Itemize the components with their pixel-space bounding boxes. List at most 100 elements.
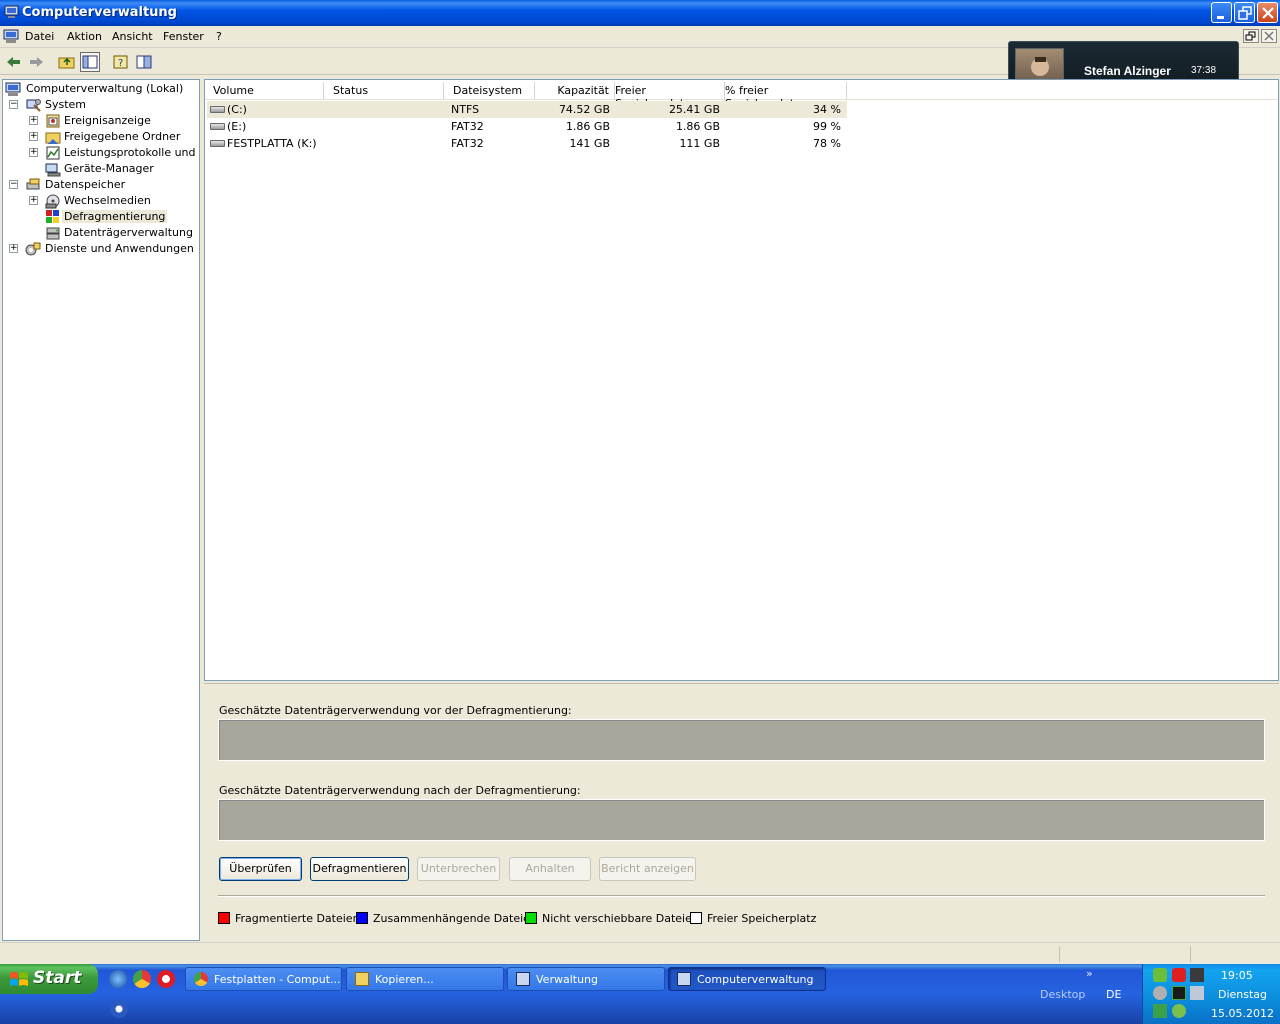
computer-icon bbox=[677, 972, 691, 986]
show-hide-tree-button[interactable] bbox=[80, 52, 100, 72]
services-icon bbox=[25, 242, 41, 256]
after-defrag-label: Geschätzte Datenträgerverwendung nach de… bbox=[219, 784, 581, 797]
column-header-volume[interactable]: Volume bbox=[205, 82, 324, 99]
internet-explorer-icon[interactable] bbox=[109, 970, 127, 988]
mdi-restore-button[interactable] bbox=[1243, 29, 1259, 43]
restore-button[interactable] bbox=[1234, 2, 1255, 23]
computer-icon[interactable] bbox=[3, 29, 19, 44]
media-player-icon[interactable] bbox=[110, 1000, 128, 1018]
check-button[interactable]: Überprüfen bbox=[219, 857, 302, 881]
folder-up-icon bbox=[58, 57, 75, 69]
forward-button[interactable] bbox=[26, 52, 46, 72]
expand-icon[interactable]: + bbox=[29, 148, 38, 157]
clock[interactable]: 19:05 bbox=[1221, 969, 1253, 982]
cell-free-space: 25.41 GB bbox=[668, 103, 720, 116]
system-tray: 19:05 Dienstag 15.05.2012 bbox=[1142, 964, 1280, 1024]
title-bar[interactable]: Computerverwaltung bbox=[0, 0, 1280, 26]
performance-logs-icon bbox=[46, 146, 60, 160]
cell-filesystem: FAT32 bbox=[451, 137, 484, 150]
toolbar-expand-chevron[interactable]: » bbox=[1086, 967, 1093, 980]
expand-icon[interactable]: + bbox=[29, 116, 38, 125]
menu-datei[interactable]: Datei bbox=[25, 30, 54, 43]
cpu-meter-icon[interactable] bbox=[1172, 986, 1186, 1000]
table-row[interactable]: (E:) FAT32 1.86 GB 1.86 GB 99 % bbox=[207, 118, 847, 135]
console-tree[interactable]: Computerverwaltung (Lokal) − System + Er… bbox=[2, 79, 200, 941]
column-header-prozent-frei[interactable]: % freier Speicherplatz bbox=[725, 82, 847, 110]
collapse-icon[interactable]: − bbox=[9, 180, 18, 189]
column-header-freier-speicherplatz[interactable]: Freier Speicherplatz bbox=[615, 82, 725, 110]
taskbar: Start Festplatten - Comput... Kopieren..… bbox=[0, 964, 1280, 1024]
opera-icon[interactable] bbox=[157, 970, 175, 988]
close-button[interactable] bbox=[1257, 2, 1278, 23]
start-button[interactable]: Start bbox=[0, 964, 98, 994]
folder-icon bbox=[355, 972, 369, 986]
tree-label: Dienste und Anwendungen bbox=[45, 242, 194, 255]
desktop-toolbar-label[interactable]: Desktop bbox=[1040, 988, 1085, 1001]
task-verwaltung[interactable]: Verwaltung bbox=[507, 967, 665, 991]
help-button[interactable]: ? bbox=[111, 52, 131, 72]
menu-ansicht[interactable]: Ansicht bbox=[112, 30, 153, 43]
tree-label: Leistungsprotokolle und Warnungen bbox=[64, 146, 199, 159]
task-kopieren[interactable]: Kopieren... bbox=[346, 967, 504, 991]
expand-icon[interactable]: + bbox=[29, 132, 38, 141]
after-defrag-display bbox=[218, 799, 1265, 841]
hard-drive-icon bbox=[210, 140, 225, 147]
status-bar bbox=[0, 942, 1280, 964]
task-computerverwaltung[interactable]: Computerverwaltung bbox=[668, 967, 826, 991]
table-row[interactable]: (C:) NTFS 74.52 GB 25.41 GB 34 % bbox=[207, 101, 847, 118]
before-defrag-label: Geschätzte Datenträgerverwendung vor der… bbox=[219, 704, 572, 717]
defragmenter-icon bbox=[46, 210, 59, 223]
audio-icon[interactable] bbox=[1153, 986, 1167, 1000]
legend-swatch bbox=[690, 912, 702, 924]
nvidia-icon[interactable] bbox=[1172, 1004, 1186, 1018]
legend-swatch bbox=[356, 912, 368, 924]
expand-icon[interactable]: + bbox=[9, 244, 18, 253]
language-indicator[interactable]: DE bbox=[1106, 988, 1121, 1001]
minimize-button[interactable] bbox=[1211, 2, 1232, 23]
graphics-3d-icon[interactable] bbox=[1190, 968, 1204, 982]
menu-fenster[interactable]: Fenster bbox=[163, 30, 204, 43]
defragment-button[interactable]: Defragmentieren bbox=[310, 857, 409, 881]
network-icon[interactable] bbox=[1190, 986, 1204, 1000]
show-action-pane-button[interactable] bbox=[134, 52, 154, 72]
disk-management-icon bbox=[46, 227, 60, 240]
hard-drive-icon bbox=[210, 123, 225, 130]
cell-percent-free: 34 % bbox=[813, 103, 841, 116]
column-header-kapazitaet[interactable]: Kapazität bbox=[535, 82, 615, 99]
tree-label: Computerverwaltung (Lokal) bbox=[26, 82, 184, 95]
volume-list[interactable]: Volume Status Dateisystem Kapazität Frei… bbox=[204, 79, 1279, 681]
removable-media-icon bbox=[45, 194, 60, 209]
tree-label: System bbox=[45, 98, 87, 111]
cell-volume: FESTPLATTA (K:) bbox=[227, 137, 317, 150]
task-festplatten[interactable]: Festplatten - Comput... bbox=[185, 967, 342, 991]
view-report-button[interactable]: Bericht anzeigen bbox=[599, 857, 696, 881]
cell-capacity: 74.52 GB bbox=[558, 103, 610, 116]
menu-aktion[interactable]: Aktion bbox=[67, 30, 102, 43]
admin-tools-icon bbox=[516, 972, 530, 986]
up-one-level-button[interactable] bbox=[57, 52, 77, 72]
minimize-icon bbox=[1217, 16, 1224, 19]
shield-icon[interactable] bbox=[1153, 968, 1167, 982]
expand-icon[interactable]: + bbox=[29, 196, 38, 205]
back-button[interactable] bbox=[4, 52, 24, 72]
hard-drive-icon bbox=[210, 106, 225, 113]
legend-swatch bbox=[525, 912, 537, 924]
action-pane-icon bbox=[136, 55, 152, 69]
date: 15.05.2012 bbox=[1211, 1007, 1274, 1020]
interrupt-button[interactable]: Unterbrechen bbox=[417, 857, 500, 881]
column-header-dateisystem[interactable]: Dateisystem bbox=[444, 82, 535, 99]
mdi-close-button[interactable] bbox=[1261, 29, 1277, 43]
defrag-analysis-pane: Geschätzte Datenträgerverwendung vor der… bbox=[204, 683, 1279, 940]
pause-button[interactable]: Anhalten bbox=[509, 857, 591, 881]
antivirus-icon[interactable] bbox=[1172, 968, 1186, 982]
start-label: Start bbox=[33, 968, 82, 988]
chrome-icon[interactable] bbox=[133, 970, 151, 988]
collapse-icon[interactable]: − bbox=[9, 100, 18, 109]
cell-filesystem: FAT32 bbox=[451, 120, 484, 133]
column-header-status[interactable]: Status bbox=[324, 82, 444, 99]
cell-free-space: 1.86 GB bbox=[675, 120, 720, 133]
restore-icon bbox=[1245, 31, 1256, 41]
menu-help[interactable]: ? bbox=[216, 30, 222, 43]
table-row[interactable]: FESTPLATTA (K:) FAT32 141 GB 111 GB 78 % bbox=[207, 135, 847, 152]
connection-icon[interactable] bbox=[1153, 1004, 1167, 1018]
